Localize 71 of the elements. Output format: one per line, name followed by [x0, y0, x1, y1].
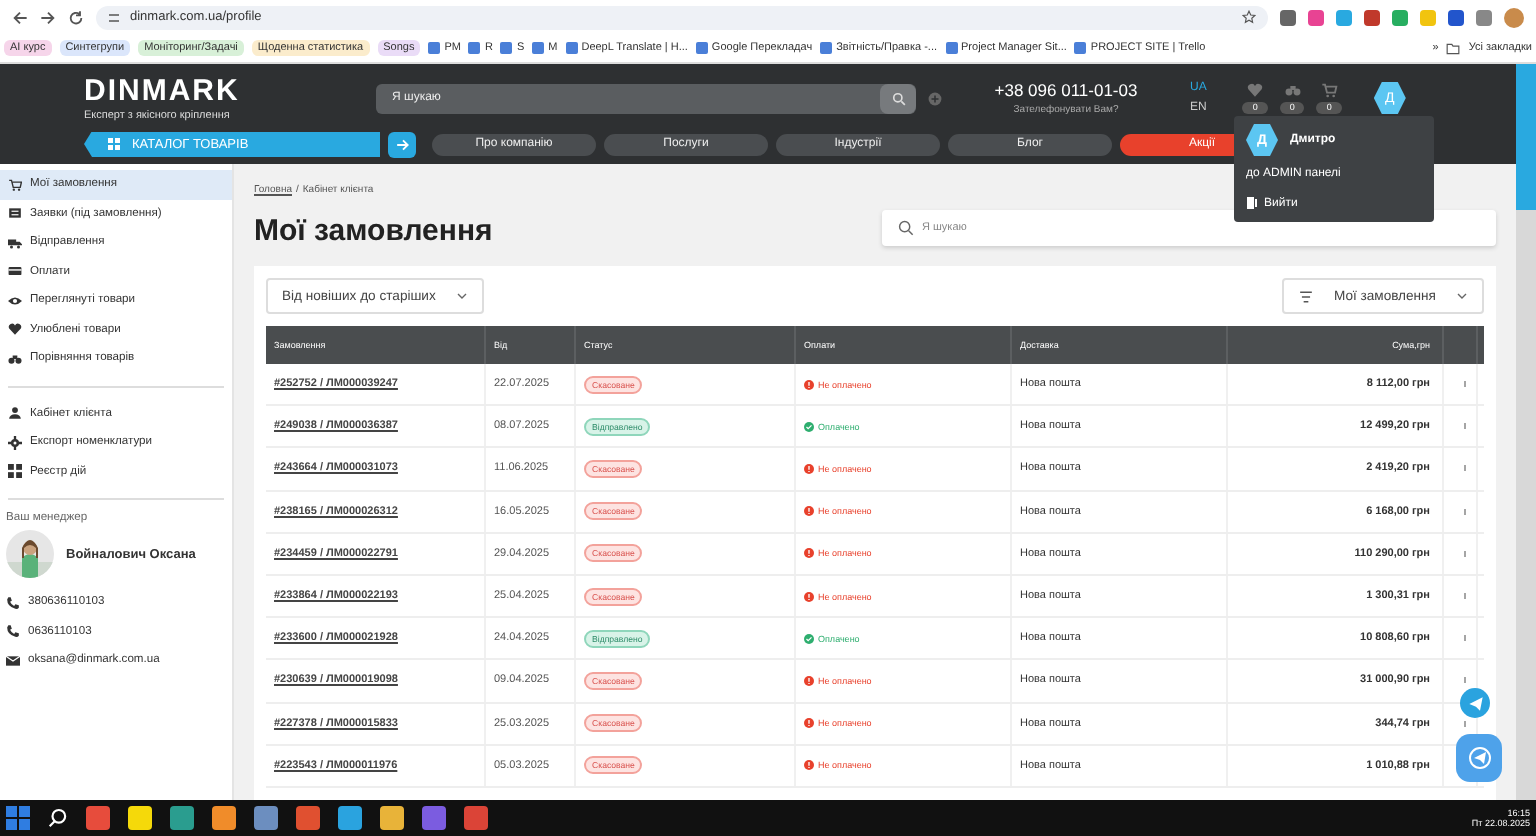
check-circle-icon: [804, 421, 814, 432]
star-icon: [1242, 10, 1256, 24]
bookmark-icon: [820, 42, 833, 54]
folder-icon: [1446, 41, 1461, 55]
chevron-down-icon: [455, 290, 468, 302]
taskbar-app-icon[interactable]: [464, 806, 488, 830]
taskbar-app-icon[interactable]: [422, 806, 446, 830]
taskbar-app-icon[interactable]: [338, 806, 362, 830]
bookmark-icon: [945, 42, 958, 54]
card-icon: [8, 264, 22, 279]
telegram-button[interactable]: [1456, 734, 1502, 782]
arrow-button[interactable]: [388, 131, 416, 157]
grid-icon: [108, 138, 120, 150]
heart-icon: [1246, 82, 1265, 98]
bookmark-icon: [428, 42, 441, 54]
person-icon: [8, 406, 22, 421]
taskbar-app-icon[interactable]: [86, 806, 110, 830]
alert-circle-icon: [804, 675, 814, 686]
site-logo[interactable]: DINMARK: [84, 75, 376, 105]
alert-circle-icon: [804, 463, 814, 474]
scrollbar[interactable]: [1516, 64, 1536, 800]
search-icon: [48, 808, 68, 828]
search-icon: [891, 91, 905, 105]
cart-icon: [8, 177, 22, 192]
alert-circle-icon: [804, 548, 814, 559]
check-circle-icon: [804, 633, 814, 644]
site-info-icon: [108, 11, 120, 23]
start-icon: [6, 806, 30, 830]
taskbar-app-icon[interactable]: [170, 806, 194, 830]
bookmark-icon: [532, 42, 545, 54]
page-title: Мої замовлення: [254, 214, 493, 248]
plus-circle-icon: [928, 91, 942, 105]
taskbar-app-icon[interactable]: [296, 806, 320, 830]
binoculars-icon: [1283, 82, 1302, 98]
reload-icon: [68, 9, 84, 25]
door-icon: [1246, 196, 1258, 210]
binoculars-icon: [8, 351, 22, 366]
alert-circle-icon: [804, 760, 814, 771]
back-icon: [12, 9, 28, 25]
phone-icon: [6, 624, 20, 639]
taskbar-app-icon[interactable]: [254, 806, 278, 830]
alert-circle-icon: [804, 718, 814, 729]
alert-circle-icon: [804, 591, 814, 602]
taskbar-app-icon[interactable]: [212, 806, 236, 830]
eye-icon: [8, 293, 22, 308]
grid-icon: [8, 464, 22, 479]
gear-icon: [8, 435, 22, 450]
profile-avatar[interactable]: [1504, 7, 1524, 27]
phone-icon: [6, 595, 20, 610]
list-icon: [8, 206, 22, 221]
envelope-icon: [6, 653, 20, 668]
search-icon: [898, 219, 914, 235]
bookmark-icon: [695, 42, 708, 54]
heart-icon: [8, 322, 22, 337]
send-icon: [1467, 746, 1491, 770]
truck-icon: [8, 235, 22, 250]
bookmark-icon: [500, 42, 513, 54]
cart-icon: [1320, 82, 1339, 98]
taskbar-app-icon[interactable]: [128, 806, 152, 830]
forward-icon: [40, 9, 56, 25]
bookmark-icon: [468, 42, 481, 54]
chevron-down-icon: [1456, 290, 1468, 302]
phone-number[interactable]: +38 096 011-01-03: [994, 80, 1138, 100]
bookmark-icon: [565, 42, 578, 54]
taskbar-app-icon[interactable]: [380, 806, 404, 830]
send-icon: [1467, 695, 1483, 711]
alert-circle-icon: [804, 506, 814, 517]
filter-icon: [1297, 289, 1314, 303]
alert-circle-icon: [804, 379, 814, 390]
bookmark-icon: [1074, 42, 1087, 54]
arrow-right-icon: [395, 137, 409, 151]
